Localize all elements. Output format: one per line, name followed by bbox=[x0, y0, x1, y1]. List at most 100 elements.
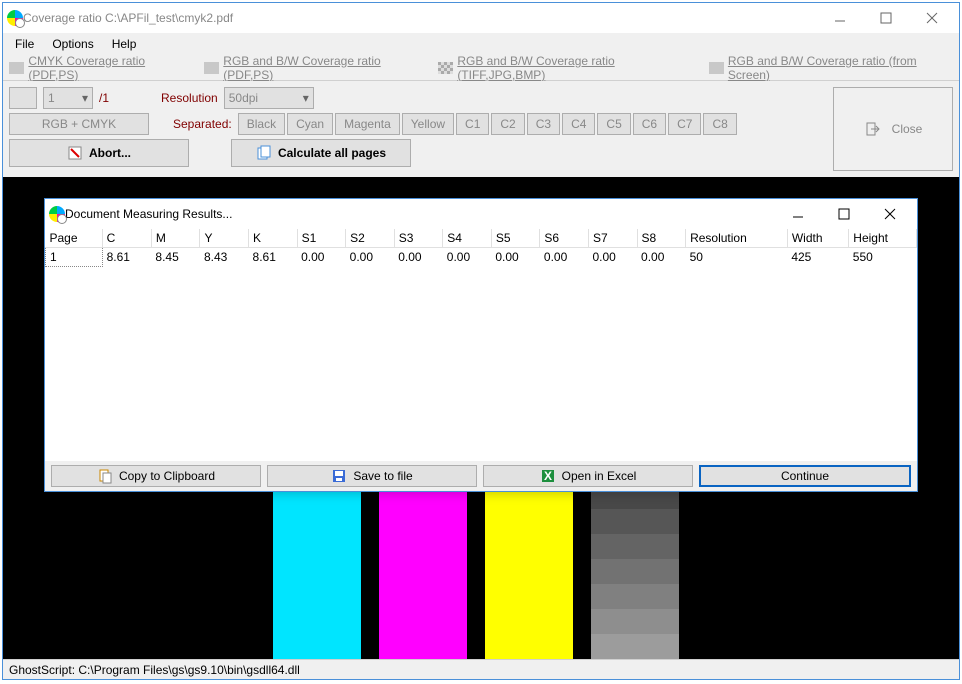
close-button[interactable] bbox=[909, 3, 955, 33]
table-header-row: PageCMYKS1S2S3S4S5S6S7S8ResolutionWidthH… bbox=[46, 229, 917, 248]
table-cell: 8.61 bbox=[102, 248, 151, 267]
dialog-buttons: Copy to Clipboard Save to file X Open in… bbox=[45, 461, 917, 491]
swatch-icon bbox=[438, 62, 453, 74]
menu-help[interactable]: Help bbox=[104, 35, 145, 53]
channel-c8-button[interactable]: C8 bbox=[703, 113, 736, 135]
dialog-minimize-button[interactable] bbox=[775, 199, 821, 229]
tab-label: RGB and B/W Coverage ratio (from Screen) bbox=[728, 54, 953, 82]
calculate-label: Calculate all pages bbox=[278, 146, 386, 160]
open-excel-button[interactable]: X Open in Excel bbox=[483, 465, 693, 487]
copy-clipboard-button[interactable]: Copy to Clipboard bbox=[51, 465, 261, 487]
channel-buttons: BlackCyanMagentaYellowC1C2C3C4C5C6C7C8 bbox=[238, 113, 737, 135]
column-header[interactable]: C bbox=[102, 229, 151, 248]
dialog-maximize-button[interactable] bbox=[821, 199, 867, 229]
statusbar: GhostScript: C:\Program Files\gs\gs9.10\… bbox=[3, 659, 959, 679]
results-dialog: Document Measuring Results... PageCMYKS1… bbox=[44, 198, 918, 492]
monitor-icon bbox=[709, 62, 724, 74]
window-title: Coverage ratio C:\APFil_test\cmyk2.pdf bbox=[23, 11, 817, 25]
tab-label: RGB and B/W Coverage ratio (PDF,PS) bbox=[223, 54, 426, 82]
table-cell: 8.43 bbox=[200, 248, 249, 267]
status-text: GhostScript: C:\Program Files\gs\gs9.10\… bbox=[9, 663, 300, 677]
channel-c2-button[interactable]: C2 bbox=[491, 113, 524, 135]
channel-c4-button[interactable]: C4 bbox=[562, 113, 595, 135]
column-header[interactable]: Page bbox=[46, 229, 103, 248]
table-cell: 50 bbox=[686, 248, 788, 267]
results-table: PageCMYKS1S2S3S4S5S6S7S8ResolutionWidthH… bbox=[45, 229, 917, 267]
exit-icon bbox=[864, 121, 880, 137]
tab-rgb-pdf[interactable]: RGB and B/W Coverage ratio (PDF,PS) bbox=[204, 54, 426, 82]
separated-label: Separated: bbox=[173, 117, 232, 131]
resolution-value: 50dpi bbox=[229, 91, 258, 105]
table-cell: 550 bbox=[849, 248, 917, 267]
table-cell: 0.00 bbox=[394, 248, 443, 267]
continue-button[interactable]: Continue bbox=[699, 465, 911, 487]
table-body: 18.618.458.438.610.000.000.000.000.000.0… bbox=[46, 248, 917, 267]
mode-tabs: CMYK Coverage ratio (PDF,PS) RGB and B/W… bbox=[3, 55, 959, 81]
table-cell: 0.00 bbox=[491, 248, 540, 267]
tab-cmyk[interactable]: CMYK Coverage ratio (PDF,PS) bbox=[9, 54, 192, 82]
toolbar: 1▾ /1 Resolution 50dpi▾ RGB + CMYK Separ… bbox=[3, 81, 959, 177]
calculate-button[interactable]: Calculate all pages bbox=[231, 139, 411, 167]
table-cell: 0.00 bbox=[637, 248, 686, 267]
column-header[interactable]: S4 bbox=[443, 229, 492, 248]
column-header[interactable]: S3 bbox=[394, 229, 443, 248]
column-header[interactable]: Resolution bbox=[686, 229, 788, 248]
column-header[interactable]: Y bbox=[200, 229, 249, 248]
dialog-title: Document Measuring Results... bbox=[65, 207, 775, 221]
column-header[interactable]: S6 bbox=[540, 229, 589, 248]
save-file-button[interactable]: Save to file bbox=[267, 465, 477, 487]
minimize-button[interactable] bbox=[817, 3, 863, 33]
channel-c6-button[interactable]: C6 bbox=[633, 113, 666, 135]
channel-magenta-button[interactable]: Magenta bbox=[335, 113, 400, 135]
rgb-cmyk-button[interactable]: RGB + CMYK bbox=[9, 113, 149, 135]
tab-label: RGB and B/W Coverage ratio (TIFF,JPG,BMP… bbox=[457, 54, 696, 82]
clipboard-icon bbox=[97, 468, 113, 484]
channel-yellow-button[interactable]: Yellow bbox=[402, 113, 454, 135]
main-titlebar: Coverage ratio C:\APFil_test\cmyk2.pdf bbox=[3, 3, 959, 33]
table-cell: 0.00 bbox=[346, 248, 395, 267]
column-header[interactable]: Height bbox=[849, 229, 917, 248]
swatch-icon bbox=[9, 62, 24, 74]
nav-first-button[interactable] bbox=[9, 87, 37, 109]
close-panel: Close bbox=[833, 87, 953, 171]
table-cell: 1 bbox=[46, 248, 103, 267]
close-app-button[interactable]: Close bbox=[834, 103, 952, 155]
channel-c3-button[interactable]: C3 bbox=[527, 113, 560, 135]
page-total: /1 bbox=[99, 91, 109, 105]
dialog-titlebar: Document Measuring Results... bbox=[45, 199, 917, 229]
table-cell: 0.00 bbox=[540, 248, 589, 267]
dialog-close-button[interactable] bbox=[867, 199, 913, 229]
channel-cyan-button[interactable]: Cyan bbox=[287, 113, 333, 135]
menu-file[interactable]: File bbox=[7, 35, 42, 53]
results-table-wrap[interactable]: PageCMYKS1S2S3S4S5S6S7S8ResolutionWidthH… bbox=[45, 229, 917, 461]
channel-c5-button[interactable]: C5 bbox=[597, 113, 630, 135]
column-header[interactable]: Width bbox=[787, 229, 848, 248]
channel-black-button[interactable]: Black bbox=[238, 113, 285, 135]
chevron-down-icon: ▾ bbox=[303, 91, 309, 105]
column-header[interactable]: S8 bbox=[637, 229, 686, 248]
table-cell: 8.61 bbox=[249, 248, 298, 267]
column-header[interactable]: S1 bbox=[297, 229, 346, 248]
column-header[interactable]: K bbox=[249, 229, 298, 248]
save-icon bbox=[331, 468, 347, 484]
column-header[interactable]: M bbox=[151, 229, 200, 248]
copy-label: Copy to Clipboard bbox=[119, 469, 215, 483]
column-header[interactable]: S5 bbox=[491, 229, 540, 248]
maximize-button[interactable] bbox=[863, 3, 909, 33]
channel-c1-button[interactable]: C1 bbox=[456, 113, 489, 135]
continue-label: Continue bbox=[781, 469, 829, 483]
channel-c7-button[interactable]: C7 bbox=[668, 113, 701, 135]
table-row[interactable]: 18.618.458.438.610.000.000.000.000.000.0… bbox=[46, 248, 917, 267]
abort-label: Abort... bbox=[89, 146, 131, 160]
resolution-select[interactable]: 50dpi ▾ bbox=[224, 87, 314, 109]
tab-rgb-screen[interactable]: RGB and B/W Coverage ratio (from Screen) bbox=[709, 54, 954, 82]
app-icon bbox=[7, 10, 23, 26]
column-header[interactable]: S2 bbox=[346, 229, 395, 248]
abort-button[interactable]: Abort... bbox=[9, 139, 189, 167]
tab-label: CMYK Coverage ratio (PDF,PS) bbox=[28, 54, 192, 82]
menu-options[interactable]: Options bbox=[44, 35, 101, 53]
page-select[interactable]: 1▾ bbox=[43, 87, 93, 109]
tab-rgb-tiff[interactable]: RGB and B/W Coverage ratio (TIFF,JPG,BMP… bbox=[438, 54, 697, 82]
column-header[interactable]: S7 bbox=[588, 229, 637, 248]
table-cell: 425 bbox=[787, 248, 848, 267]
